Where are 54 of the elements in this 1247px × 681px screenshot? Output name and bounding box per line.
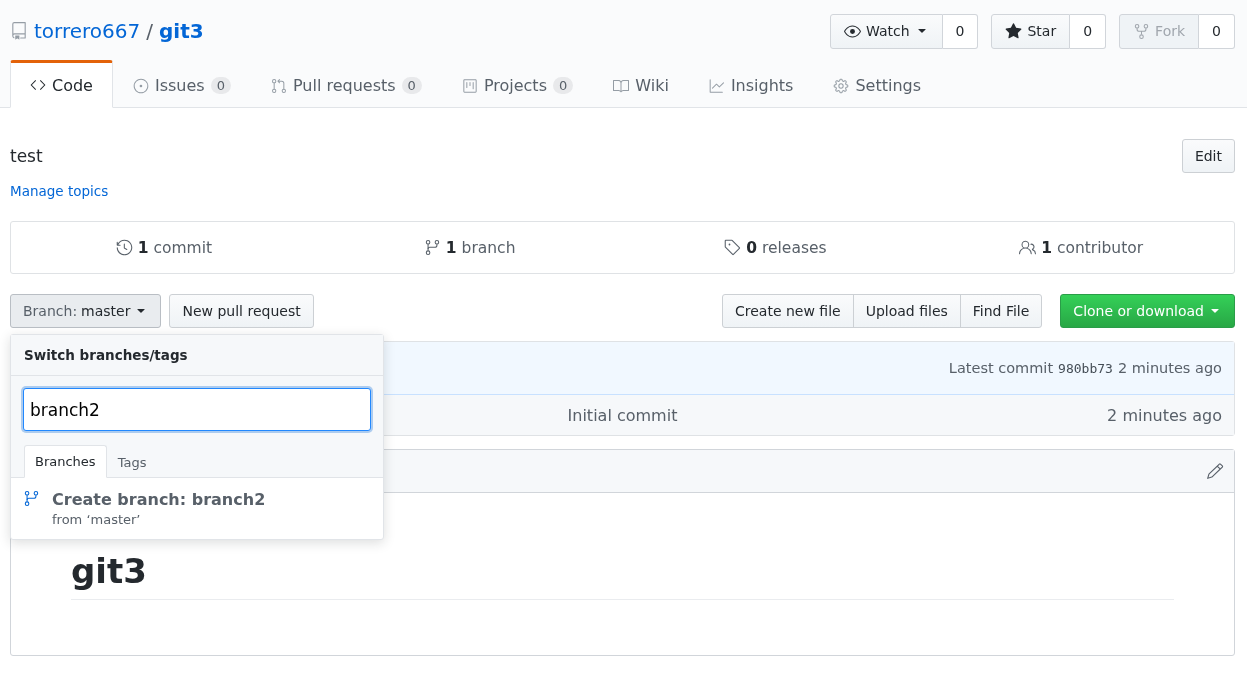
path-separator: / — [146, 19, 153, 43]
tag-icon — [724, 239, 742, 256]
branch-icon — [23, 490, 40, 507]
fork-icon — [1133, 22, 1151, 40]
nav-tab[interactable]: Pull requests 0 — [250, 60, 442, 108]
counter-badge: 0 — [552, 77, 574, 94]
code-icon — [30, 77, 46, 93]
menu-tab[interactable]: Branches — [24, 445, 107, 478]
branch-icon — [423, 239, 441, 256]
commit-age: 2 minutes ago — [1107, 405, 1222, 425]
file-action-button[interactable]: Find File — [959, 294, 1043, 328]
counter-badge: 0 — [401, 77, 422, 94]
manage-topics-link[interactable]: Manage topics — [10, 183, 1235, 199]
nav-tab[interactable]: Settings — [813, 60, 942, 108]
summary-link[interactable]: 1 branch — [316, 222, 623, 273]
history-icon — [115, 239, 133, 256]
branch-select-button[interactable]: Branch: master — [10, 294, 162, 328]
nav-tab[interactable]: Projects 0 — [441, 60, 594, 108]
repo-name-link[interactable]: git3 — [159, 19, 204, 43]
star-button[interactable]: Star — [991, 13, 1071, 49]
eye-icon — [843, 22, 861, 40]
watch-button[interactable]: Watch — [829, 13, 943, 49]
nav-tab[interactable]: Wiki — [593, 60, 689, 108]
summary-link[interactable]: 1 contributor — [928, 222, 1234, 273]
owner-link[interactable]: torrero667 — [34, 19, 141, 43]
pull-request-icon — [270, 77, 287, 94]
readme-heading: git3 — [71, 551, 1174, 600]
people-icon — [1019, 239, 1037, 256]
pencil-icon — [1206, 462, 1224, 480]
star-icon — [1005, 22, 1023, 40]
new-pull-request-button[interactable]: New pull request — [169, 294, 314, 328]
watch-count[interactable]: 0 — [942, 13, 979, 49]
edit-button[interactable]: Edit — [1181, 139, 1235, 173]
menu-title: Switch branches/tags — [11, 335, 383, 376]
counter-badge: 0 — [210, 77, 231, 94]
star-count[interactable]: 0 — [1070, 13, 1107, 49]
commit-message: Initial commit — [567, 405, 678, 425]
issue-icon — [132, 77, 149, 94]
nav-tab[interactable]: Insights — [688, 60, 814, 108]
summary-link[interactable]: 0 releases — [622, 222, 929, 273]
commit-sha[interactable]: 980bb73 — [1058, 360, 1113, 376]
menu-tab[interactable]: Tags — [106, 445, 158, 478]
repo-description: test — [10, 146, 43, 166]
book-icon — [613, 77, 630, 94]
project-board-icon — [461, 77, 478, 94]
nav-tab[interactable]: Issues 0 — [112, 60, 251, 108]
file-action-button[interactable]: Create new file — [722, 294, 854, 328]
settings-icon — [833, 77, 850, 94]
nav-tab[interactable]: Code — [10, 60, 113, 108]
create-branch-item[interactable]: Create branch: branch2 from ‘master’ — [11, 478, 383, 539]
repo-icon — [10, 22, 28, 40]
summary-link[interactable]: 1 commit — [11, 222, 317, 273]
file-action-button[interactable]: Upload files — [852, 294, 961, 328]
branch-filter-field[interactable]: branch2 — [23, 388, 371, 431]
